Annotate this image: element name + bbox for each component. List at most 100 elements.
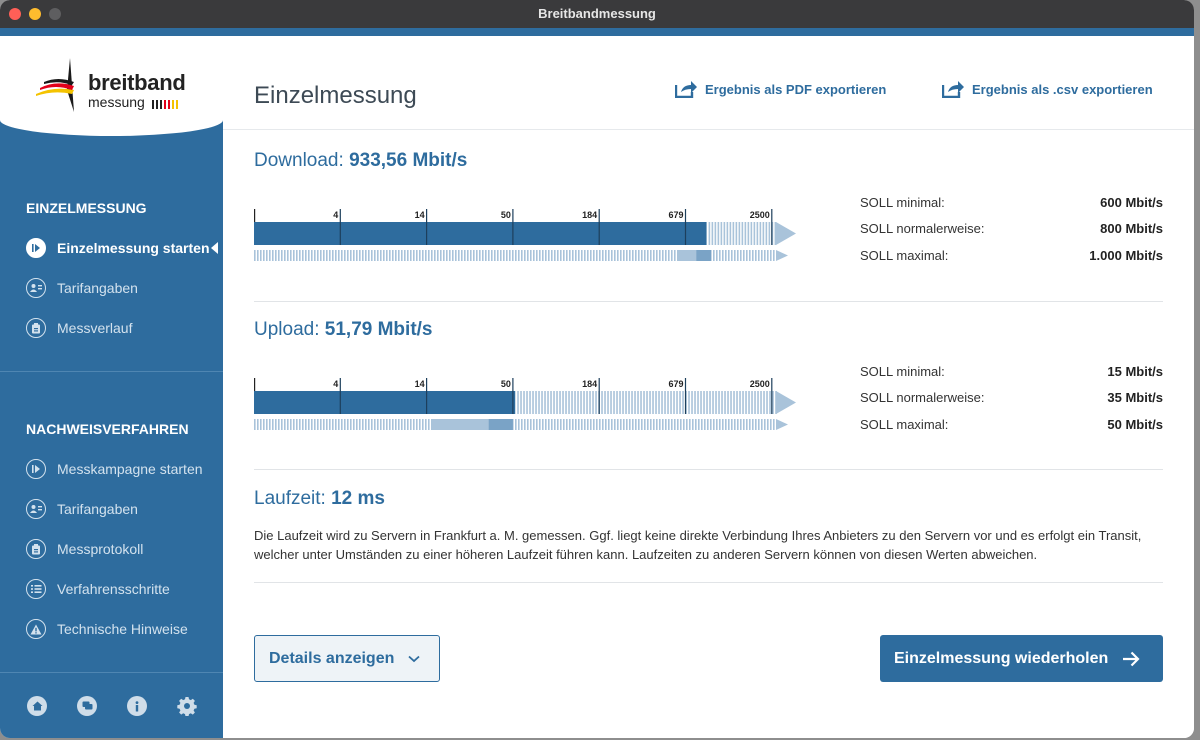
soll-band-hatch — [500, 250, 502, 261]
soll-min-normal-segment — [677, 250, 697, 261]
soll-band-hatch — [386, 250, 388, 261]
meter-empty-segment — [613, 391, 615, 414]
scale-tick-label: 50 — [501, 379, 511, 389]
sidebar-item-verfahrensschritte[interactable]: Verfahrensschritte — [26, 577, 216, 601]
sidebar-item-technische-hinweise[interactable]: Technische Hinweise — [26, 617, 216, 641]
meter-empty-segment — [520, 391, 522, 414]
soll-band-hatch — [683, 419, 685, 430]
soll-band-hatch — [749, 419, 751, 430]
soll-band-hatch — [566, 250, 568, 261]
soll-band-hatch — [467, 250, 469, 261]
latency-label: Laufzeit: — [254, 488, 326, 509]
soll-band-hatch — [602, 250, 604, 261]
soll-value: 1.000 Mbit/s — [1089, 247, 1163, 263]
soll-normal-max-segment — [696, 250, 712, 261]
soll-band-hatch — [551, 250, 553, 261]
history-icon — [26, 318, 46, 338]
soll-band-hatch — [710, 419, 712, 430]
sidebar-item-messverlauf[interactable]: Messverlauf — [26, 316, 216, 340]
meter-empty-segment — [541, 391, 543, 414]
soll-band-hatch — [305, 250, 307, 261]
soll-band-hatch — [359, 419, 361, 430]
soll-min-normal-segment — [431, 419, 489, 430]
download-label: Download: — [254, 150, 344, 171]
soll-band-hatch — [668, 419, 670, 430]
sidebar-item-tarifangaben[interactable]: Tarifangaben — [26, 276, 216, 300]
measured-value-bar — [254, 222, 707, 245]
soll-band-hatch — [671, 250, 673, 261]
export-icon — [675, 81, 697, 98]
repeat-measurement-button[interactable]: Einzelmessung wiederholen — [880, 635, 1163, 682]
soll-band-hatch — [770, 250, 772, 261]
breitbandmessung-logo: breitband messung — [34, 50, 194, 120]
top-accent-stripe — [0, 28, 1194, 36]
meter-empty-segment — [646, 391, 648, 414]
protocol-icon — [26, 539, 46, 559]
meter-empty-segment — [589, 391, 591, 414]
meter-empty-segment — [691, 391, 693, 414]
soll-band-hatch — [269, 419, 271, 430]
soll-band-hatch — [719, 419, 721, 430]
soll-band-hatch — [422, 250, 424, 261]
soll-band-hatch — [416, 250, 418, 261]
meter-empty-segment — [721, 391, 723, 414]
chat-icon[interactable] — [77, 696, 97, 716]
app-window: Breitbandmessung breitband messung EINZE… — [0, 0, 1194, 738]
sidebar-item-messprotokoll[interactable]: Messprotokoll — [26, 537, 216, 561]
soll-band-hatch — [284, 250, 286, 261]
soll-label: SOLL maximal: — [860, 247, 949, 263]
export-pdf-link[interactable]: Ergebnis als PDF exportieren — [675, 80, 886, 98]
info-icon[interactable] — [127, 696, 147, 716]
gear-icon[interactable] — [177, 696, 197, 716]
sidebar-item-messkampagne-starten[interactable]: Messkampagne starten — [26, 457, 216, 481]
soll-band-hatch — [614, 250, 616, 261]
meter-empty-segment — [720, 222, 723, 245]
sidebar-item-tarifangaben-nachweis[interactable]: Tarifangaben — [26, 497, 216, 521]
soll-band-hatch — [293, 250, 295, 261]
soll-band-hatch — [635, 419, 637, 430]
soll-band-hatch — [326, 250, 328, 261]
meter-empty-segment — [763, 391, 765, 414]
soll-band-hatch — [566, 419, 568, 430]
soll-band-hatch — [380, 250, 382, 261]
sidebar-item-label: Tarifangaben — [57, 501, 138, 517]
divider — [254, 469, 1163, 470]
soll-band-hatch — [311, 419, 313, 430]
soll-band-hatch — [641, 250, 643, 261]
soll-value: 15 Mbit/s — [1107, 363, 1163, 379]
meter-empty-segment — [729, 222, 732, 245]
meter-empty-segment — [556, 391, 558, 414]
soll-band-hatch — [557, 250, 559, 261]
soll-band-hatch — [626, 250, 628, 261]
export-csv-link[interactable]: Ergebnis als .csv exportieren — [942, 80, 1153, 98]
home-icon[interactable] — [27, 696, 47, 716]
upload-label: Upload: — [254, 319, 320, 340]
meter-empty-segment — [634, 391, 636, 414]
soll-band-hatch — [650, 419, 652, 430]
soll-band-hatch — [734, 419, 736, 430]
meter-empty-segment — [751, 391, 753, 414]
scale-tick-label: 50 — [501, 210, 511, 220]
soll-band-hatch — [665, 250, 667, 261]
meter-empty-segment — [747, 222, 750, 245]
soll-band-hatch — [353, 419, 355, 430]
details-button[interactable]: Details anzeigen — [254, 635, 440, 682]
meter-empty-segment — [550, 391, 552, 414]
soll-band-hatch — [494, 250, 496, 261]
soll-band-hatch — [560, 250, 562, 261]
soll-row: SOLL minimal: 15 Mbit/s — [860, 358, 1163, 385]
soll-band-hatch — [704, 419, 706, 430]
warning-icon — [26, 619, 46, 639]
sidebar-item-einzelmessung-starten[interactable]: Einzelmessung starten — [26, 236, 218, 260]
soll-band-hatch — [386, 419, 388, 430]
soll-band-hatch — [419, 250, 421, 261]
latency-description: Die Laufzeit wird zu Servern in Frankfur… — [254, 528, 1142, 562]
meter-empty-segment — [655, 391, 657, 414]
soll-band-hatch — [527, 250, 529, 261]
meter-empty-segment — [736, 391, 738, 414]
soll-band-hatch — [758, 250, 760, 261]
scale-tick-label: 184 — [582, 210, 597, 220]
repeat-button-label: Einzelmessung wiederholen — [894, 649, 1109, 667]
meter-empty-segment — [682, 391, 684, 414]
soll-band-hatch — [632, 250, 634, 261]
